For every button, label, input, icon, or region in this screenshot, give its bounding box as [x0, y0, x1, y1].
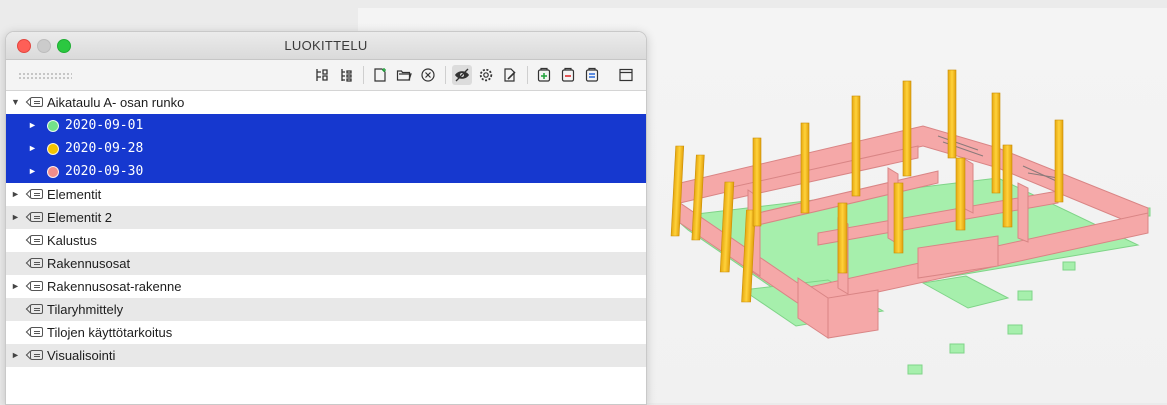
tree-item-label: Tilojen käyttötarkoitus [47, 325, 173, 340]
tag-icon [30, 258, 43, 268]
tree-item-label: Visualisointi [47, 348, 116, 363]
edit-item-icon[interactable] [582, 65, 602, 85]
tree-item-label: 2020-09-28 [65, 141, 144, 156]
window-titlebar: LUOKITTELU [6, 32, 646, 60]
tree-item-date-3[interactable]: ► 2020-09-30 [6, 160, 646, 183]
tree-item-label: Rakennusosat [47, 256, 131, 271]
tag-icon [30, 189, 43, 199]
expand-arrow-icon[interactable]: ► [11, 206, 20, 229]
visibility-icon[interactable] [452, 65, 472, 85]
tree-item-rakennusosat[interactable]: Rakennusosat [6, 252, 646, 275]
tag-icon [30, 327, 43, 337]
tree-item-label: Elementit 2 [47, 210, 113, 225]
expand-arrow-icon[interactable]: ► [11, 344, 20, 367]
expand-arrow-icon[interactable]: ▼ [11, 91, 20, 114]
expand-arrow-icon[interactable]: ► [28, 114, 37, 137]
tree-item-label: Tilaryhmittely [47, 302, 124, 317]
edit-document-icon[interactable] [500, 65, 520, 85]
tree-item-date-2[interactable]: ► 2020-09-28 [6, 137, 646, 160]
tree-item-label: Rakennusosat-rakenne [47, 279, 182, 294]
tag-icon [30, 304, 43, 314]
window-layout-icon[interactable] [616, 65, 636, 85]
tag-icon [30, 212, 43, 222]
new-document-icon[interactable] [370, 65, 390, 85]
empty-row [6, 367, 646, 390]
classification-tree: ▼ Aikataulu A- osan runko ► 2020-09-01 ►… [6, 91, 646, 390]
toolbar-separator [527, 66, 528, 84]
tree-item-aikataulu[interactable]: ▼ Aikataulu A- osan runko [6, 91, 646, 114]
tree-item-label: 2020-09-30 [65, 164, 144, 179]
tag-icon [30, 281, 43, 291]
tag-icon [30, 235, 43, 245]
tree-item-visualisointi[interactable]: ► Visualisointi [6, 344, 646, 367]
tree-item-label: Kalustus [47, 233, 97, 248]
tree-item-label: 2020-09-01 [65, 118, 144, 133]
tree-item-tilaryhmittely[interactable]: Tilaryhmittely [6, 298, 646, 321]
remove-item-icon[interactable] [558, 65, 578, 85]
yellow-status-dot-icon [47, 143, 59, 155]
add-item-icon[interactable] [534, 65, 554, 85]
close-circle-icon[interactable] [418, 65, 438, 85]
green-status-dot-icon [47, 120, 59, 132]
classification-panel: LUOKITTELU ▼ Aikataulu A- osan runko ► 2… [5, 31, 647, 405]
tree-item-label: Aikataulu A- osan runko [47, 95, 185, 110]
hierarchy-view-icon[interactable] [312, 65, 332, 85]
expand-arrow-icon[interactable]: ► [28, 137, 37, 160]
tree-item-elementit[interactable]: ► Elementit [6, 183, 646, 206]
toolbar-separator [445, 66, 446, 84]
open-folder-icon[interactable] [394, 65, 414, 85]
expand-arrow-icon[interactable]: ► [11, 183, 20, 206]
expand-arrow-icon[interactable]: ► [11, 275, 20, 298]
tree-item-date-1[interactable]: ► 2020-09-01 [6, 114, 646, 137]
drag-handle[interactable] [18, 72, 72, 79]
settings-gear-icon[interactable] [476, 65, 496, 85]
tag-icon [30, 97, 43, 107]
expand-arrow-icon[interactable]: ► [28, 160, 37, 183]
toolbar-separator [363, 66, 364, 84]
list-view-icon[interactable] [336, 65, 356, 85]
red-status-dot-icon [47, 166, 59, 178]
tree-item-label: Elementit [47, 187, 102, 202]
tag-icon [30, 350, 43, 360]
tree-item-tilojen-kayttotarkoitus[interactable]: Tilojen käyttötarkoitus [6, 321, 646, 344]
tree-item-kalustus[interactable]: Kalustus [6, 229, 646, 252]
toolbar [6, 60, 646, 91]
tree-item-rakennusosat-rakenne[interactable]: ► Rakennusosat-rakenne [6, 275, 646, 298]
window-title: LUOKITTELU [284, 38, 368, 53]
tree-item-elementit-2[interactable]: ► Elementit 2 [6, 206, 646, 229]
